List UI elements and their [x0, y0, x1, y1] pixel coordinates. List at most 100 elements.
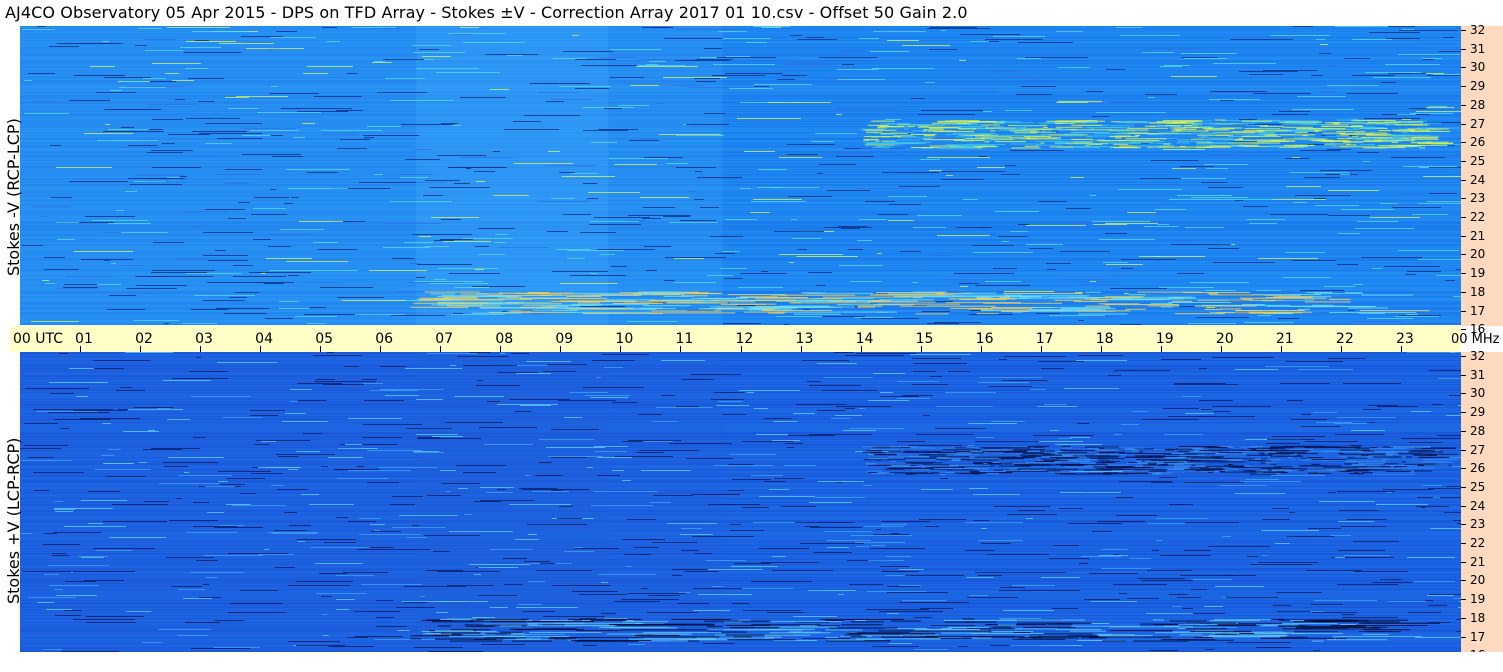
spectro-cell: [877, 303, 960, 305]
spectro-cell: [929, 170, 942, 171]
freq-tick-label: 23: [1470, 191, 1486, 206]
spectro-cell: [914, 465, 932, 467]
spectro-cell: [1426, 107, 1454, 108]
spectro-cell: [390, 504, 415, 505]
spectro-cell: [269, 234, 310, 235]
spectro-cell: [704, 494, 740, 495]
spectro-cell: [1013, 632, 1031, 634]
spectro-cell: [1265, 366, 1329, 367]
spectro-cell: [1156, 518, 1208, 519]
spectro-cell: [1242, 304, 1266, 306]
time-label: 12: [735, 331, 754, 347]
spectro-cell: [1119, 593, 1127, 594]
spectro-cell: [784, 324, 789, 325]
spectro-cell: [1352, 75, 1395, 76]
spectro-cell: [1422, 123, 1431, 125]
spectro-cell: [81, 557, 104, 558]
spectro-cell: [502, 311, 507, 312]
spectro-cell: [1329, 298, 1351, 300]
spectro-cell: [316, 593, 366, 594]
spectro-cell: [863, 139, 878, 141]
spectro-cell: [718, 401, 742, 402]
spectro-cell: [1266, 305, 1346, 307]
spectro-cell: [288, 275, 299, 276]
spectro-cell: [314, 96, 362, 97]
spectro-cell: [1018, 510, 1045, 511]
spectro-cell: [1136, 465, 1159, 467]
spectro-cell: [313, 270, 358, 271]
spectro-cell: [392, 496, 423, 497]
spectro-cell: [485, 54, 538, 55]
spectro-cell: [1000, 587, 1025, 588]
spectro-cell: [1168, 463, 1184, 465]
spectro-cell: [413, 451, 439, 452]
spectro-cell: [546, 447, 605, 448]
spectro-cell: [1438, 51, 1461, 52]
spectro-cell: [863, 129, 885, 131]
spectro-cell: [261, 441, 276, 442]
spectro-cell: [42, 280, 49, 281]
spectro-cell: [334, 469, 379, 470]
spectro-cell: [1380, 203, 1398, 204]
spectro-cell: [1369, 422, 1375, 423]
spectro-cell: [551, 99, 593, 100]
spectro-cell: [297, 539, 322, 540]
spectro-cell: [78, 556, 108, 557]
spectro-cell: [923, 415, 930, 416]
spectro-cell: [682, 379, 714, 380]
spectro-cell: [1142, 52, 1174, 53]
spectro-cell: [587, 198, 598, 199]
spectro-cell: [1286, 186, 1321, 187]
freq-tick: [1461, 254, 1466, 256]
spectro-cell: [126, 611, 151, 612]
spectro-cell: [977, 636, 1024, 638]
spectro-cell: [835, 415, 862, 416]
spectro-cell: [789, 262, 794, 263]
time-label: 01: [75, 331, 93, 347]
spectro-cell: [1096, 112, 1121, 113]
spectro-cell: [1316, 422, 1352, 423]
spectro-cell: [1104, 303, 1179, 305]
spectro-cell: [437, 625, 451, 627]
spectro-cell: [139, 462, 147, 463]
spectro-cell: [883, 142, 898, 144]
spectro-cell: [1443, 37, 1454, 38]
time-label: 03: [195, 331, 213, 347]
spectro-cell: [136, 175, 183, 176]
spectro-cell: [447, 585, 494, 586]
spectro-cell: [399, 515, 458, 516]
spectro-cell: [1235, 309, 1306, 311]
spectro-cell: [1411, 411, 1431, 412]
spectro-cell: [716, 405, 749, 406]
spectro-cell: [917, 215, 962, 216]
spectro-cell: [1358, 467, 1382, 469]
spectro-cell: [591, 505, 653, 506]
spectro-cell: [1335, 26, 1390, 27]
spectro-cell: [889, 204, 921, 205]
spectro-cell: [945, 305, 996, 307]
spectro-cell: [1202, 635, 1222, 637]
spectro-cell: [1087, 448, 1101, 450]
spectro-cell: [1410, 113, 1453, 114]
spectro-cell: [36, 411, 97, 412]
spectro-cell: [385, 395, 419, 396]
spectro-cell: [717, 57, 776, 58]
spectro-cell: [923, 139, 965, 141]
spectro-cell: [1130, 558, 1151, 559]
spectro-cell: [1177, 273, 1204, 274]
spectro-cell: [126, 86, 184, 87]
spectro-cell: [1293, 621, 1370, 623]
spectro-cell: [1159, 477, 1177, 478]
spectro-cell: [726, 624, 771, 626]
spectro-cell: [125, 191, 137, 192]
spectro-cell: [245, 42, 271, 43]
spectro-cell: [519, 488, 557, 489]
spectro-cell: [315, 563, 363, 564]
spectro-cell: [1079, 462, 1096, 464]
spectro-cell: [1053, 545, 1079, 546]
spectro-cell: [490, 89, 509, 90]
spectro-cell: [857, 305, 883, 307]
freq-tick: [1461, 374, 1466, 376]
spectro-cell: [1405, 461, 1446, 463]
spectro-cell: [978, 575, 1002, 576]
